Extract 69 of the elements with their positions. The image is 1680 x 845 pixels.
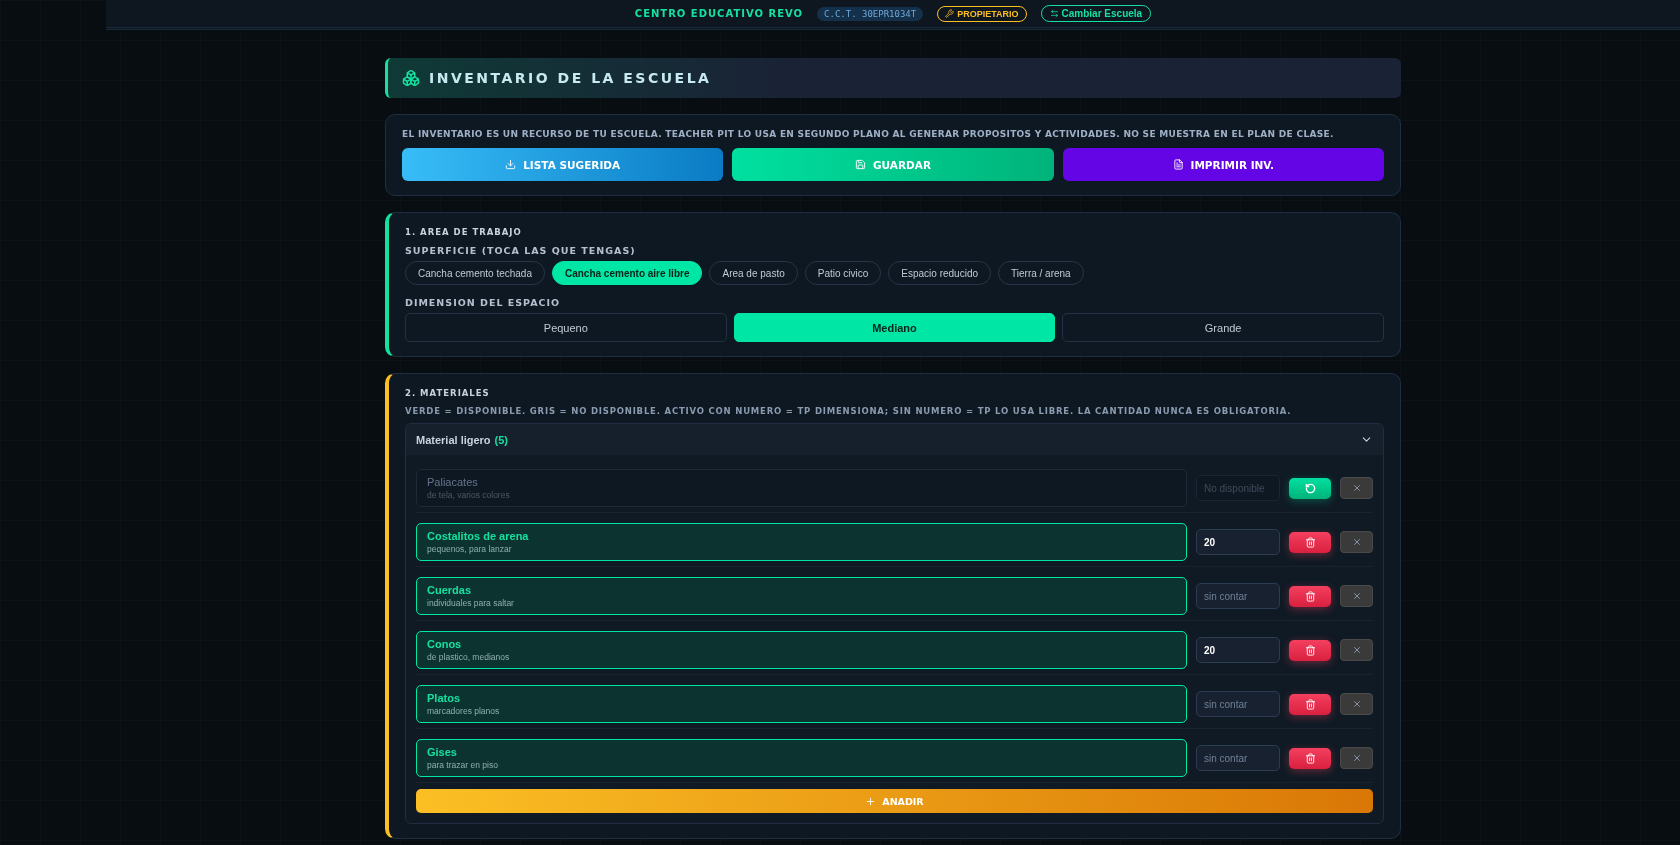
material-detail: marcadores planos — [427, 706, 501, 716]
material-item[interactable]: Costalitos de arena pequenos, para lanzar — [416, 523, 1187, 561]
wrench-icon — [945, 9, 955, 18]
surface-chip[interactable]: Espacio reducido — [888, 261, 992, 285]
group-name: Material ligero — [416, 434, 491, 446]
download-icon — [505, 159, 517, 170]
print-button[interactable]: IMPRIMIR INV. — [1062, 148, 1384, 181]
save-icon — [855, 159, 866, 170]
close-icon — [1351, 537, 1362, 547]
trash-icon — [1304, 752, 1316, 764]
quantity-field[interactable]: 20 — [1196, 637, 1280, 663]
trash-button[interactable] — [1289, 639, 1331, 661]
quantity-field[interactable]: 20 — [1196, 529, 1280, 555]
material-detail: para trazar en piso — [427, 760, 499, 770]
legend-text: VERDE = DISPONIBLE. GRIS = NO DISPONIBLE. ACTIVO CON NUMERO = TP DIMENSIONA; SIN NUMERO = TP LO USA LIBRE. LA CANTIDAD NUNCA ES OBLIGATORIA. — [405, 406, 1293, 416]
trash-icon — [1304, 644, 1316, 656]
material-detail: individuales para saltar — [427, 598, 515, 608]
material-detail: pequenos, para lanzar — [427, 544, 513, 554]
plus-icon — [865, 795, 877, 807]
section-title: 2. MATERIALES — [405, 388, 491, 398]
surface-chip[interactable]: Area de pasto — [709, 261, 798, 285]
close-icon — [1351, 753, 1362, 763]
close-icon — [1351, 645, 1362, 655]
material-name: Costalitos de arena — [427, 530, 530, 542]
material-detail: de tela, varios colores — [427, 490, 511, 500]
cct-badge: C.C.T. 30EPR1034T — [817, 6, 924, 21]
dimension-option[interactable]: Pequeno — [405, 313, 727, 342]
close-icon — [1351, 483, 1362, 493]
trash-icon — [1304, 536, 1316, 548]
material-name: Paliacates — [427, 476, 479, 488]
material-item[interactable]: Cuerdas individuales para saltar — [416, 577, 1187, 615]
swap-arrows-icon — [1049, 9, 1059, 18]
quantity-field[interactable]: sin contar — [1196, 745, 1280, 771]
restore-icon — [1304, 482, 1316, 494]
material-name: Conos — [427, 638, 463, 650]
quantity-field[interactable]: sin contar — [1196, 691, 1280, 717]
restore-button[interactable] — [1289, 477, 1331, 499]
material-name: Cuerdas — [427, 584, 473, 596]
intro-text: EL INVENTARIO ES UN RECURSO DE TU ESCUELA. TEACHER PIT LO USA EN SEGUNDO PLANO AL GENERAR PROPOSITOS Y ACTIVIDADES. NO SE MUESTRA EN EL PLAN DE CLASE. — [402, 129, 1335, 139]
group-count: (5) — [494, 434, 509, 446]
trash-button[interactable] — [1289, 747, 1331, 769]
material-item[interactable]: Gises para trazar en piso — [416, 739, 1187, 777]
boxes-icon — [402, 69, 420, 87]
material-name: Platos — [427, 692, 461, 704]
trash-button[interactable] — [1289, 693, 1331, 715]
material-item[interactable]: Conos de plastico, medianos — [416, 631, 1187, 669]
school-name: CENTRO EDUCATIVO REVO — [634, 8, 804, 19]
dimension-option[interactable]: Mediano — [733, 313, 1056, 342]
field-label: DIMENSION DEL ESPACIO — [405, 297, 562, 308]
surface-chip[interactable]: Cancha cemento aire libre — [551, 261, 703, 285]
page-title: INVENTARIO DE LA ESCUELA — [429, 70, 712, 86]
close-icon — [1351, 699, 1362, 709]
close-icon — [1351, 591, 1362, 601]
dimension-option[interactable]: Grande — [1062, 313, 1384, 342]
trash-button[interactable] — [1289, 531, 1331, 553]
quantity-field[interactable]: sin contar — [1196, 583, 1280, 609]
trash-icon — [1304, 698, 1316, 710]
material-detail: de plastico, medianos — [427, 652, 511, 662]
surface-chip[interactable]: Tierra / arena — [998, 261, 1084, 285]
material-name: Gises — [427, 746, 458, 758]
surface-chip[interactable]: Cancha cemento techada — [405, 261, 545, 285]
material-item[interactable]: Paliacates de tela, varios colores — [416, 469, 1187, 507]
trash-icon — [1304, 590, 1316, 602]
field-label: SUPERFICIE (TOCA LAS QUE TENGAS) — [405, 245, 637, 256]
group-header[interactable]: Material ligero (5) — [406, 424, 1383, 455]
section-title: 1. AREA DE TRABAJO — [405, 227, 523, 237]
material-item[interactable]: Platos marcadores planos — [416, 685, 1187, 723]
trash-button[interactable] — [1289, 585, 1331, 607]
surface-chip[interactable]: Patio civico — [804, 261, 882, 285]
